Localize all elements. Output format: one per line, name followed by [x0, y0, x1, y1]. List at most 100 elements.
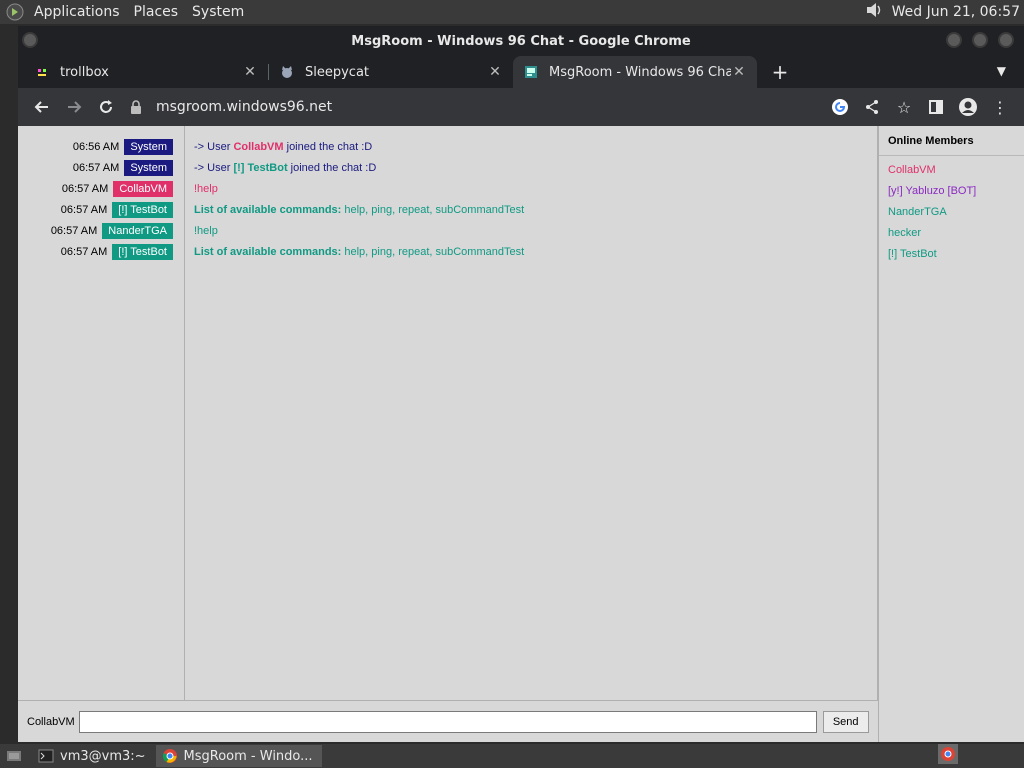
menu-places[interactable]: Places: [134, 4, 179, 20]
tab-sleepycat[interactable]: Sleepycat ✕: [269, 56, 513, 88]
message-text: !help: [194, 180, 218, 198]
message-fragment: List of available commands:: [194, 246, 345, 258]
message-meta: 06:57 AM CollabVM: [62, 180, 173, 198]
tab-close-icon[interactable]: ✕: [487, 64, 503, 80]
message-timestamp: 06:56 AM: [72, 141, 120, 153]
message-timestamp: 06:57 AM: [60, 246, 108, 258]
message-text: -> User CollabVM joined the chat :D: [194, 138, 372, 156]
message-fragment: !help: [194, 225, 218, 237]
profile-avatar-icon[interactable]: [952, 91, 984, 123]
reload-icon[interactable]: [90, 91, 122, 123]
chrome-window: MsgRoom - Windows 96 Chat - Google Chrom…: [18, 26, 1024, 742]
tab-strip: trollbox ✕ Sleepycat ✕ MsgRoom - Windows…: [18, 56, 1024, 88]
browser-toolbar: msgroom.windows96.net ☆ ⋮: [18, 88, 1024, 126]
tab-close-icon[interactable]: ✕: [731, 64, 747, 80]
message-input[interactable]: [78, 710, 817, 733]
message-meta: 06:57 AM NanderTGA: [51, 222, 173, 240]
message-meta: 06:57 AM [!] TestBot: [61, 201, 173, 219]
online-member[interactable]: [!] TestBot: [879, 243, 1024, 264]
terminal-icon: [38, 748, 54, 764]
google-lens-icon[interactable]: [824, 91, 856, 123]
message-fragment: CollabVM: [233, 141, 284, 153]
message-meta: 06:57 AM [!] TestBot: [61, 243, 173, 261]
user-badge[interactable]: System: [124, 139, 173, 155]
tray-chrome-icon[interactable]: [938, 744, 958, 768]
chat-input-bar: CollabVM Send: [18, 700, 878, 742]
taskbar-item-chrome[interactable]: MsgRoom - Windo...: [155, 745, 322, 767]
user-badge[interactable]: [!] TestBot: [112, 244, 173, 260]
volume-icon[interactable]: [864, 1, 884, 23]
tab-title: MsgRoom - Windows 96 Chat: [549, 64, 731, 80]
show-desktop-icon[interactable]: [0, 745, 28, 767]
new-tab-icon[interactable]: +: [765, 56, 795, 88]
message-fragment: -> User: [194, 141, 234, 153]
msgroom-icon: [523, 64, 539, 80]
bookmark-star-icon[interactable]: ☆: [888, 91, 920, 123]
message-fragment: List of available commands:: [194, 204, 345, 216]
user-badge[interactable]: NanderTGA: [102, 223, 173, 239]
kebab-menu-icon[interactable]: ⋮: [984, 91, 1016, 123]
top-panel: Applications Places System Wed Jun 21, 0…: [0, 0, 1024, 24]
back-icon[interactable]: [26, 91, 58, 123]
message-text: -> User [!] TestBot joined the chat :D: [194, 159, 376, 177]
minimize-icon[interactable]: [946, 32, 962, 48]
message-text: List of available commands: help, ping, …: [194, 243, 524, 261]
bottom-taskbar: vm3@vm3:~ MsgRoom - Windo...: [0, 744, 1024, 768]
tab-trollbox[interactable]: trollbox ✕: [24, 56, 268, 88]
message-timestamp: 06:57 AM: [61, 183, 109, 195]
maximize-icon[interactable]: [972, 32, 988, 48]
clock[interactable]: Wed Jun 21, 06:57: [892, 4, 1020, 20]
message-fragment: joined the chat :D: [283, 141, 373, 153]
message-text: List of available commands: help, ping, …: [194, 201, 524, 219]
taskbar-item-terminal[interactable]: vm3@vm3:~: [32, 745, 152, 767]
message-text: !help: [194, 222, 218, 240]
message-timestamp: 06:57 AM: [60, 204, 108, 216]
message-fragment: joined the chat :D: [287, 162, 377, 174]
ghost-icon: [34, 64, 50, 80]
message-fragment: help, ping, repeat, subCommandTest: [344, 204, 525, 216]
message-timestamp: 06:57 AM: [72, 162, 120, 174]
online-member[interactable]: [y!] Yabluzo [BOT]: [879, 180, 1024, 201]
message-meta: 06:57 AM System: [73, 159, 173, 177]
chrome-icon: [162, 748, 178, 764]
msgroom-page: 06:56 AM System 06:57 AM System 06:57 AM Coll…: [18, 126, 1024, 742]
online-member[interactable]: hecker: [879, 222, 1024, 243]
message-fragment: help, ping, repeat, subCommandTest: [344, 246, 525, 258]
taskbar-item-label: MsgRoom - Windo...: [183, 748, 313, 764]
forward-icon[interactable]: [58, 91, 90, 123]
tab-msgroom[interactable]: MsgRoom - Windows 96 Chat ✕: [513, 56, 757, 88]
member-list: CollabVM [y!] Yabluzo [BOT] NanderTGA hecke…: [879, 159, 1024, 264]
message-column[interactable]: -> User CollabVM joined the chat :D -> Us…: [186, 126, 878, 700]
lock-icon[interactable]: [130, 100, 146, 114]
taskbar-item-label: vm3@vm3:~: [60, 748, 146, 764]
message-fragment: [!] TestBot: [233, 162, 288, 174]
menu-system[interactable]: System: [192, 4, 244, 20]
message-meta-column: 06:56 AM System 06:57 AM System 06:57 AM Coll…: [18, 126, 185, 700]
address-bar[interactable]: msgroom.windows96.net: [122, 92, 824, 122]
online-members-panel: Online Members CollabVM [y!] Yabluzo [BOT…: [878, 126, 1024, 742]
tab-close-icon[interactable]: ✕: [242, 64, 258, 80]
message-fragment: !help: [194, 183, 218, 195]
close-window-icon[interactable]: [998, 32, 1014, 48]
user-badge[interactable]: System: [124, 160, 173, 176]
url-text: msgroom.windows96.net: [156, 99, 333, 115]
user-badge[interactable]: [!] TestBot: [112, 202, 173, 218]
online-member[interactable]: NanderTGA: [879, 201, 1024, 222]
message-fragment: -> User: [194, 162, 234, 174]
window-menu-icon[interactable]: [22, 32, 38, 48]
share-icon[interactable]: [856, 91, 888, 123]
window-titlebar[interactable]: MsgRoom - Windows 96 Chat - Google Chrom…: [18, 26, 1024, 56]
user-badge[interactable]: CollabVM: [113, 181, 173, 197]
cat-icon: [279, 64, 295, 80]
menu-applications[interactable]: Applications: [34, 4, 120, 20]
window-title: MsgRoom - Windows 96 Chat - Google Chrom…: [351, 33, 691, 49]
tab-search-chevron-icon[interactable]: ▼: [997, 64, 1006, 78]
tab-title: trollbox: [60, 64, 109, 80]
tab-title: Sleepycat: [305, 64, 370, 80]
nickname-label[interactable]: CollabVM: [27, 716, 75, 728]
send-button[interactable]: Send: [822, 710, 869, 733]
message-meta: 06:56 AM System: [73, 138, 173, 156]
side-panel-icon[interactable]: [920, 91, 952, 123]
gnome-logo-icon[interactable]: [4, 1, 26, 23]
online-member[interactable]: CollabVM: [879, 159, 1024, 180]
